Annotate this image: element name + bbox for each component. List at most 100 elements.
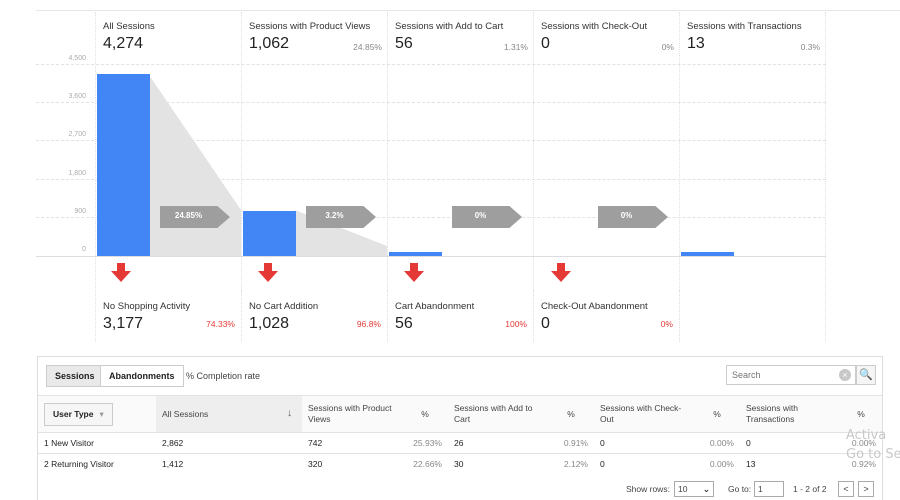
next-page-button[interactable]: > — [858, 481, 874, 497]
sort-down-icon: ↓ — [287, 408, 292, 419]
conversion-arrow: 24.85% — [160, 206, 230, 228]
stage-label: Sessions with Product Views — [249, 21, 371, 32]
stage-percent: 0.3% — [800, 42, 820, 52]
conversion-rate: 24.85% — [174, 211, 203, 220]
sessions-table: User Type ▾ All Sessions ↓ Sessions with P… — [38, 395, 882, 475]
conversion-arrow: 3.2% — [306, 206, 376, 228]
stage-header-add-to-cart: Sessions with Add to Cart 56 1.31% — [388, 12, 534, 65]
search-input[interactable] — [726, 365, 856, 385]
stage-value: 0 — [541, 35, 550, 52]
stage-percent: 24.85% — [353, 42, 382, 52]
show-rows-select[interactable]: 10 ⌄ — [674, 481, 714, 497]
abandonment-value: 0 — [541, 315, 550, 332]
gridline — [36, 102, 826, 103]
gridline — [36, 140, 826, 141]
abandonment-percent: 0% — [660, 319, 673, 329]
stage-label: Sessions with Check-Out — [541, 21, 648, 32]
abandonment-percent: 74.33% — [206, 319, 235, 329]
goto-page-input[interactable]: 1 — [754, 481, 784, 497]
column-header-pct[interactable]: % — [402, 395, 448, 433]
stage-percent: 0% — [661, 42, 674, 52]
column-header-check-out[interactable]: Sessions with Check-Out — [594, 395, 694, 433]
baseline — [36, 256, 826, 257]
clear-search-icon[interactable]: × — [839, 369, 851, 381]
conversion-arrow: 0% — [598, 206, 668, 228]
cell-transactions: 0 — [740, 432, 840, 454]
y-tick-label: 3,600 — [68, 93, 86, 100]
stage-label: Sessions with Transactions — [687, 21, 802, 32]
stage-header-check-out: Sessions with Check-Out 0 0% — [534, 12, 680, 65]
abandonment-no-cart: No Cart Addition 1,028 96.8% — [242, 290, 388, 342]
chevron-down-icon: ⌄ — [702, 484, 710, 494]
column-header-pct[interactable]: % — [694, 395, 740, 433]
abandonment-label: Check-Out Abandonment — [541, 301, 648, 312]
bar-all-sessions[interactable] — [97, 74, 150, 256]
stage-header-transactions: Sessions with Transactions 13 0.3% — [680, 12, 826, 65]
column-header-add-to-cart[interactable]: Sessions with Add to Cart — [448, 395, 548, 433]
cell-pct: 22.66% — [402, 453, 448, 475]
drop-arrow-icon — [258, 263, 278, 282]
data-table-panel: Sessions Abandonments % Completion rate … — [37, 356, 883, 500]
y-tick-label: 2,700 — [68, 131, 86, 138]
stage-percent: 1.31% — [503, 42, 528, 52]
cell-product-views: 320 — [302, 453, 402, 475]
search-icon[interactable]: 🔍 — [856, 365, 876, 385]
tab-sessions[interactable]: Sessions — [46, 365, 104, 387]
cell-transactions: 13 — [740, 453, 840, 475]
bar-product-views[interactable] — [243, 211, 296, 256]
abandonment-percent: 100% — [505, 319, 527, 329]
y-tick-label: 4,500 — [68, 55, 86, 62]
show-rows-label: Show rows: — [626, 484, 670, 494]
abandonment-no-shopping: No Shopping Activity 3,177 74.33% — [96, 290, 242, 342]
funnel-visualization: 4,500 3,600 2,700 1,800 900 0 All Sessio… — [0, 0, 900, 345]
column-header-pct[interactable]: % — [548, 395, 594, 433]
table-row: 2 Returning Visitor 1,412 320 22.66% 30 … — [38, 453, 882, 475]
cell-all-sessions: 1,412 — [156, 453, 302, 475]
watermark-line: Activa — [846, 428, 887, 443]
cell-check-out: 0 — [594, 453, 694, 475]
column-header-all-sessions[interactable]: All Sessions ↓ — [156, 395, 302, 433]
tab-abandonments[interactable]: Abandonments — [100, 365, 184, 387]
user-type-label: User Type — [53, 408, 94, 419]
top-border — [36, 10, 900, 11]
cell-pct: 0.00% — [694, 453, 740, 475]
bar-add-to-cart[interactable] — [389, 252, 442, 256]
stage-label: Sessions with Add to Cart — [395, 21, 504, 32]
goto-label: Go to: — [728, 484, 752, 494]
conversion-rate: 3.2% — [325, 211, 344, 220]
cell-pct: 25.93% — [402, 432, 448, 454]
cell-all-sessions: 2,862 — [156, 432, 302, 454]
row-user-type[interactable]: 2 Returning Visitor — [38, 453, 156, 475]
stage-header-product-views: Sessions with Product Views 1,062 24.85% — [242, 12, 388, 65]
conversion-rate: 0% — [474, 211, 487, 220]
cell-pct: 0.91% — [548, 432, 594, 454]
table-toolbar: Sessions Abandonments % Completion rate … — [38, 357, 882, 395]
user-type-dropdown[interactable]: User Type ▾ — [44, 402, 113, 426]
conversion-arrow: 0% — [452, 206, 522, 228]
abandonment-label: No Shopping Activity — [103, 301, 191, 312]
gridline — [36, 217, 826, 218]
prev-page-button[interactable]: < — [838, 481, 854, 497]
gridline — [36, 179, 826, 180]
bar-transactions[interactable] — [681, 252, 734, 256]
y-tick-label: 900 — [74, 208, 86, 215]
cell-pct: 2.12% — [548, 453, 594, 475]
conversion-rate: 0% — [620, 211, 633, 220]
abandonment-cart: Cart Abandonment 56 100% — [388, 290, 534, 342]
abandonment-check-out: Check-Out Abandonment 0 0% — [534, 290, 680, 342]
header-label: All Sessions — [162, 408, 209, 419]
table-row: 1 New Visitor 2,862 742 25.93% 26 0.91% … — [38, 432, 882, 454]
column-header-product-views[interactable]: Sessions with Product Views — [302, 395, 402, 433]
row-user-type[interactable]: 1 New Visitor — [38, 432, 156, 454]
abandonment-label: Cart Abandonment — [395, 301, 475, 312]
column-header-transactions[interactable]: Sessions with Transactions — [740, 395, 840, 433]
abandonment-label: No Cart Addition — [249, 301, 319, 312]
drop-arrow-icon — [551, 263, 571, 282]
drop-arrow-icon — [111, 263, 131, 282]
show-rows-value: 10 — [678, 484, 688, 494]
pagination-bar: Show rows: 10 ⌄ Go to: 1 1 - 2 of 2 < > — [38, 477, 882, 500]
page-range: 1 - 2 of 2 — [793, 484, 827, 494]
completion-rate-toggle[interactable]: % Completion rate — [186, 371, 260, 381]
chevron-down-icon: ▾ — [99, 408, 104, 419]
cell-check-out: 0 — [594, 432, 694, 454]
